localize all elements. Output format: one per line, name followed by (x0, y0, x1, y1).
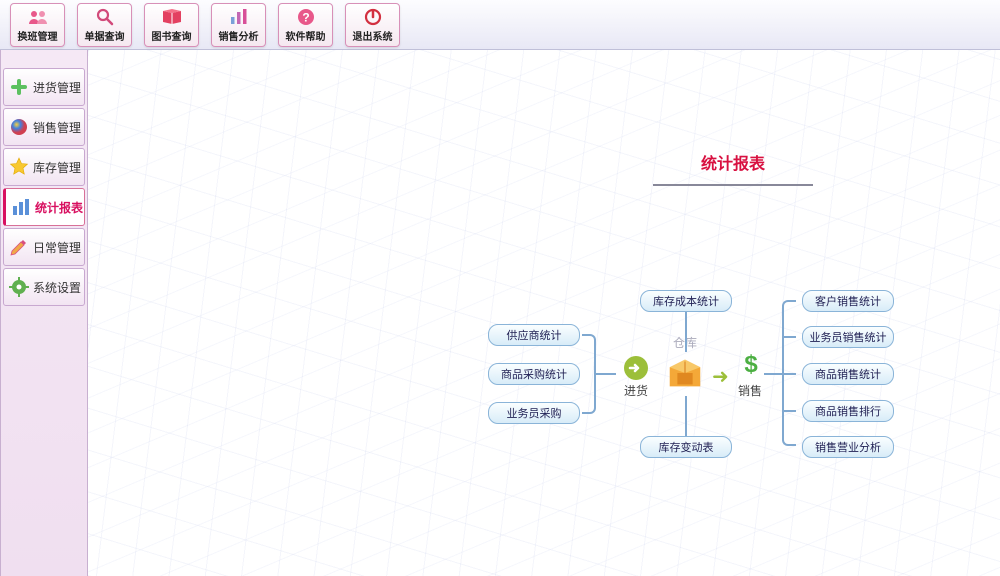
sidebar-label: 日常管理 (33, 239, 81, 256)
connector-line (596, 373, 616, 375)
toolbar-label: 图书查询 (152, 28, 192, 43)
sidebar-item-settings[interactable]: 系统设置 (3, 268, 85, 306)
pill-sales-rank[interactable]: 商品销售排行 (802, 400, 894, 422)
help-icon: ? (295, 7, 317, 27)
toolbar-label: 软件帮助 (286, 28, 326, 43)
pill-customer-sales[interactable]: 客户销售统计 (802, 290, 894, 312)
connector-line (782, 373, 796, 375)
plus-icon (8, 76, 30, 98)
power-icon (362, 7, 384, 27)
pill-sales-analysis[interactable]: 销售营业分析 (802, 436, 894, 458)
node-sales-label: 销售 (738, 382, 762, 399)
pill-inventory-cost[interactable]: 库存成本统计 (640, 290, 732, 312)
toolbar-bill-query[interactable]: 单据查询 (77, 3, 132, 47)
sidebar-item-incoming[interactable]: 进货管理 (3, 68, 85, 106)
sidebar-item-daily[interactable]: 日常管理 (3, 228, 85, 266)
toolbar-label: 单据查询 (85, 28, 125, 43)
svg-text:$: $ (744, 352, 758, 378)
page-title: 统计报表 (653, 150, 813, 174)
connector-left-bracket (582, 334, 596, 414)
ball-icon (8, 116, 30, 138)
toolbar-sales-analysis[interactable]: 销售分析 (211, 3, 266, 47)
gear-icon (8, 276, 30, 298)
node-incoming-label: 进货 (624, 382, 648, 399)
bars-icon (10, 196, 32, 218)
toolbar-label: 退出系统 (353, 28, 393, 43)
connector-line (782, 336, 796, 338)
pill-product-sales[interactable]: 商品销售统计 (802, 363, 894, 385)
toolbar-exit[interactable]: 退出系统 (345, 3, 400, 47)
arrow-right-icon: ➜ (712, 364, 729, 389)
connector-line (782, 410, 796, 412)
main-area: 进货管理 销售管理 库存管理 统计报表 日常管理 系统设置 统计报表 供应商统计 (0, 50, 1000, 576)
sidebar-item-inventory[interactable]: 库存管理 (3, 148, 85, 186)
title-underline (653, 184, 813, 186)
toolbar-shift-mgmt[interactable]: 换班管理 (10, 3, 65, 47)
chart-icon (228, 7, 250, 27)
book-icon (161, 7, 183, 27)
pill-inventory-change[interactable]: 库存变动表 (640, 436, 732, 458)
people-icon (27, 7, 49, 27)
sidebar-label: 销售管理 (33, 119, 81, 136)
toolbar-book-query[interactable]: 图书查询 (144, 3, 199, 47)
connector-line (685, 396, 687, 436)
toolbar-label: 销售分析 (219, 28, 259, 43)
sidebar-label: 进货管理 (33, 79, 81, 96)
pill-agent-purchase[interactable]: 业务员采购 (488, 402, 580, 424)
warehouse-icon (664, 352, 706, 394)
connector-line (685, 312, 687, 352)
sidebar-label: 库存管理 (33, 159, 81, 176)
pill-supplier-stats[interactable]: 供应商统计 (488, 324, 580, 346)
toolbar-label: 换班管理 (18, 28, 58, 43)
sidebar: 进货管理 销售管理 库存管理 统计报表 日常管理 系统设置 (0, 50, 88, 576)
content-area: 统计报表 供应商统计 商品采购统计 业务员采购 进货 仓库 库存成本统计 库存变… (88, 50, 1000, 576)
sidebar-label: 系统设置 (33, 279, 81, 296)
pill-agent-sales[interactable]: 业务员销售统计 (802, 326, 894, 348)
pill-purchase-stats[interactable]: 商品采购统计 (488, 363, 580, 385)
toolbar-help[interactable]: ? 软件帮助 (278, 3, 333, 47)
connector-line (764, 373, 782, 375)
search-icon (94, 7, 116, 27)
page-title-block: 统计报表 (653, 150, 813, 186)
star-icon (8, 156, 30, 178)
top-toolbar: 换班管理 单据查询 图书查询 销售分析 ? 软件帮助 退出系统 (0, 0, 1000, 50)
sidebar-label: 统计报表 (35, 199, 83, 216)
sidebar-item-sales[interactable]: 销售管理 (3, 108, 85, 146)
sidebar-item-reports[interactable]: 统计报表 (3, 188, 85, 226)
svg-text:?: ? (302, 11, 309, 25)
dollar-icon: $ (738, 352, 764, 384)
pencil-icon (8, 236, 30, 258)
